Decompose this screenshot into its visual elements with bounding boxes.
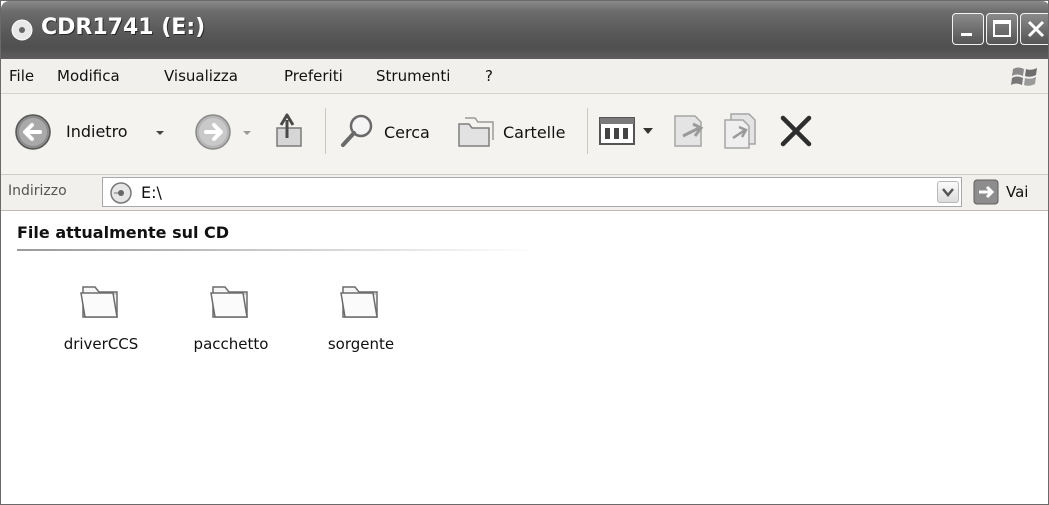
back-arrow-icon	[15, 114, 51, 150]
up-folder-icon	[276, 113, 302, 147]
address-value: E:\	[141, 183, 162, 202]
address-input[interactable]: E:\	[102, 177, 962, 207]
windows-logo-icon	[1011, 67, 1037, 86]
folder-item-pacchetto[interactable]: pacchetto	[176, 277, 286, 353]
folders-label: Cartelle	[503, 123, 566, 142]
menu-help[interactable]: ?	[485, 67, 493, 85]
cd-drive-icon	[11, 19, 33, 41]
chevron-down-icon	[942, 188, 954, 197]
folder-label: driverCCS	[63, 335, 139, 353]
search-label: Cerca	[384, 123, 430, 142]
address-dropdown-button[interactable]	[937, 181, 959, 203]
folder-item-sorgente[interactable]: sorgente	[306, 277, 416, 353]
chevron-down-icon	[156, 131, 164, 135]
menu-file[interactable]: File	[9, 67, 34, 85]
views-button[interactable]	[597, 110, 661, 152]
go-arrow-icon	[973, 179, 999, 205]
go-label: Vai	[1006, 183, 1029, 201]
address-bar: Indirizzo E:\ Vai	[1, 175, 1048, 211]
menu-modifica[interactable]: Modifica	[57, 67, 120, 85]
move-to-button[interactable]	[669, 108, 711, 154]
toolbar-separator	[587, 108, 588, 154]
views-grid-icon	[599, 117, 653, 145]
toolbar-separator	[325, 108, 326, 154]
menu-bar: File Modifica Visualizza Preferiti Strum…	[1, 59, 1048, 94]
toolbar: Indietro Cerca Cartelle	[1, 94, 1048, 175]
back-label: Indietro	[66, 122, 128, 141]
search-button[interactable]: Cerca	[335, 106, 445, 156]
minimize-button[interactable]	[952, 13, 984, 45]
forward-arrow-icon	[195, 114, 231, 150]
maximize-icon	[993, 20, 1011, 37]
forward-button[interactable]	[189, 102, 261, 160]
folder-icon	[210, 286, 248, 318]
move-to-icon	[674, 115, 704, 147]
folders-button[interactable]: Cartelle	[453, 106, 575, 156]
up-folder-button[interactable]	[271, 106, 311, 156]
delete-button[interactable]	[775, 110, 817, 152]
address-label: Indirizzo	[8, 183, 67, 199]
file-list-view: File attualmente sul CD driverCCS pacche…	[1, 211, 1048, 504]
copy-to-button[interactable]	[721, 108, 763, 154]
folder-label: pacchetto	[193, 335, 269, 353]
minimize-icon	[961, 33, 972, 36]
folder-item-driverccs[interactable]: driverCCS	[46, 277, 156, 353]
group-header: File attualmente sul CD	[17, 223, 230, 242]
close-icon	[1027, 20, 1045, 38]
folder-icon	[80, 286, 118, 318]
menu-strumenti[interactable]: Strumenti	[376, 67, 450, 85]
group-divider	[17, 249, 537, 251]
folder-label: sorgente	[327, 335, 395, 353]
cd-drive-icon	[110, 182, 132, 204]
explorer-window: CDR1741 (E:) File Modifica Visualizza Pr…	[0, 0, 1049, 505]
title-bar[interactable]: CDR1741 (E:)	[1, 1, 1048, 59]
menu-preferiti[interactable]: Preferiti	[284, 67, 343, 85]
delete-x-icon	[780, 115, 812, 147]
copy-to-icon	[724, 113, 756, 149]
search-icon	[341, 114, 373, 147]
maximize-button[interactable]	[986, 13, 1018, 45]
back-button[interactable]: Indietro	[9, 102, 179, 160]
chevron-down-icon	[243, 131, 251, 135]
folders-icon	[458, 117, 494, 147]
close-button[interactable]	[1020, 13, 1048, 45]
window-title: CDR1741 (E:)	[41, 15, 206, 40]
folder-icon	[340, 286, 378, 318]
menu-visualizza[interactable]: Visualizza	[164, 67, 238, 85]
